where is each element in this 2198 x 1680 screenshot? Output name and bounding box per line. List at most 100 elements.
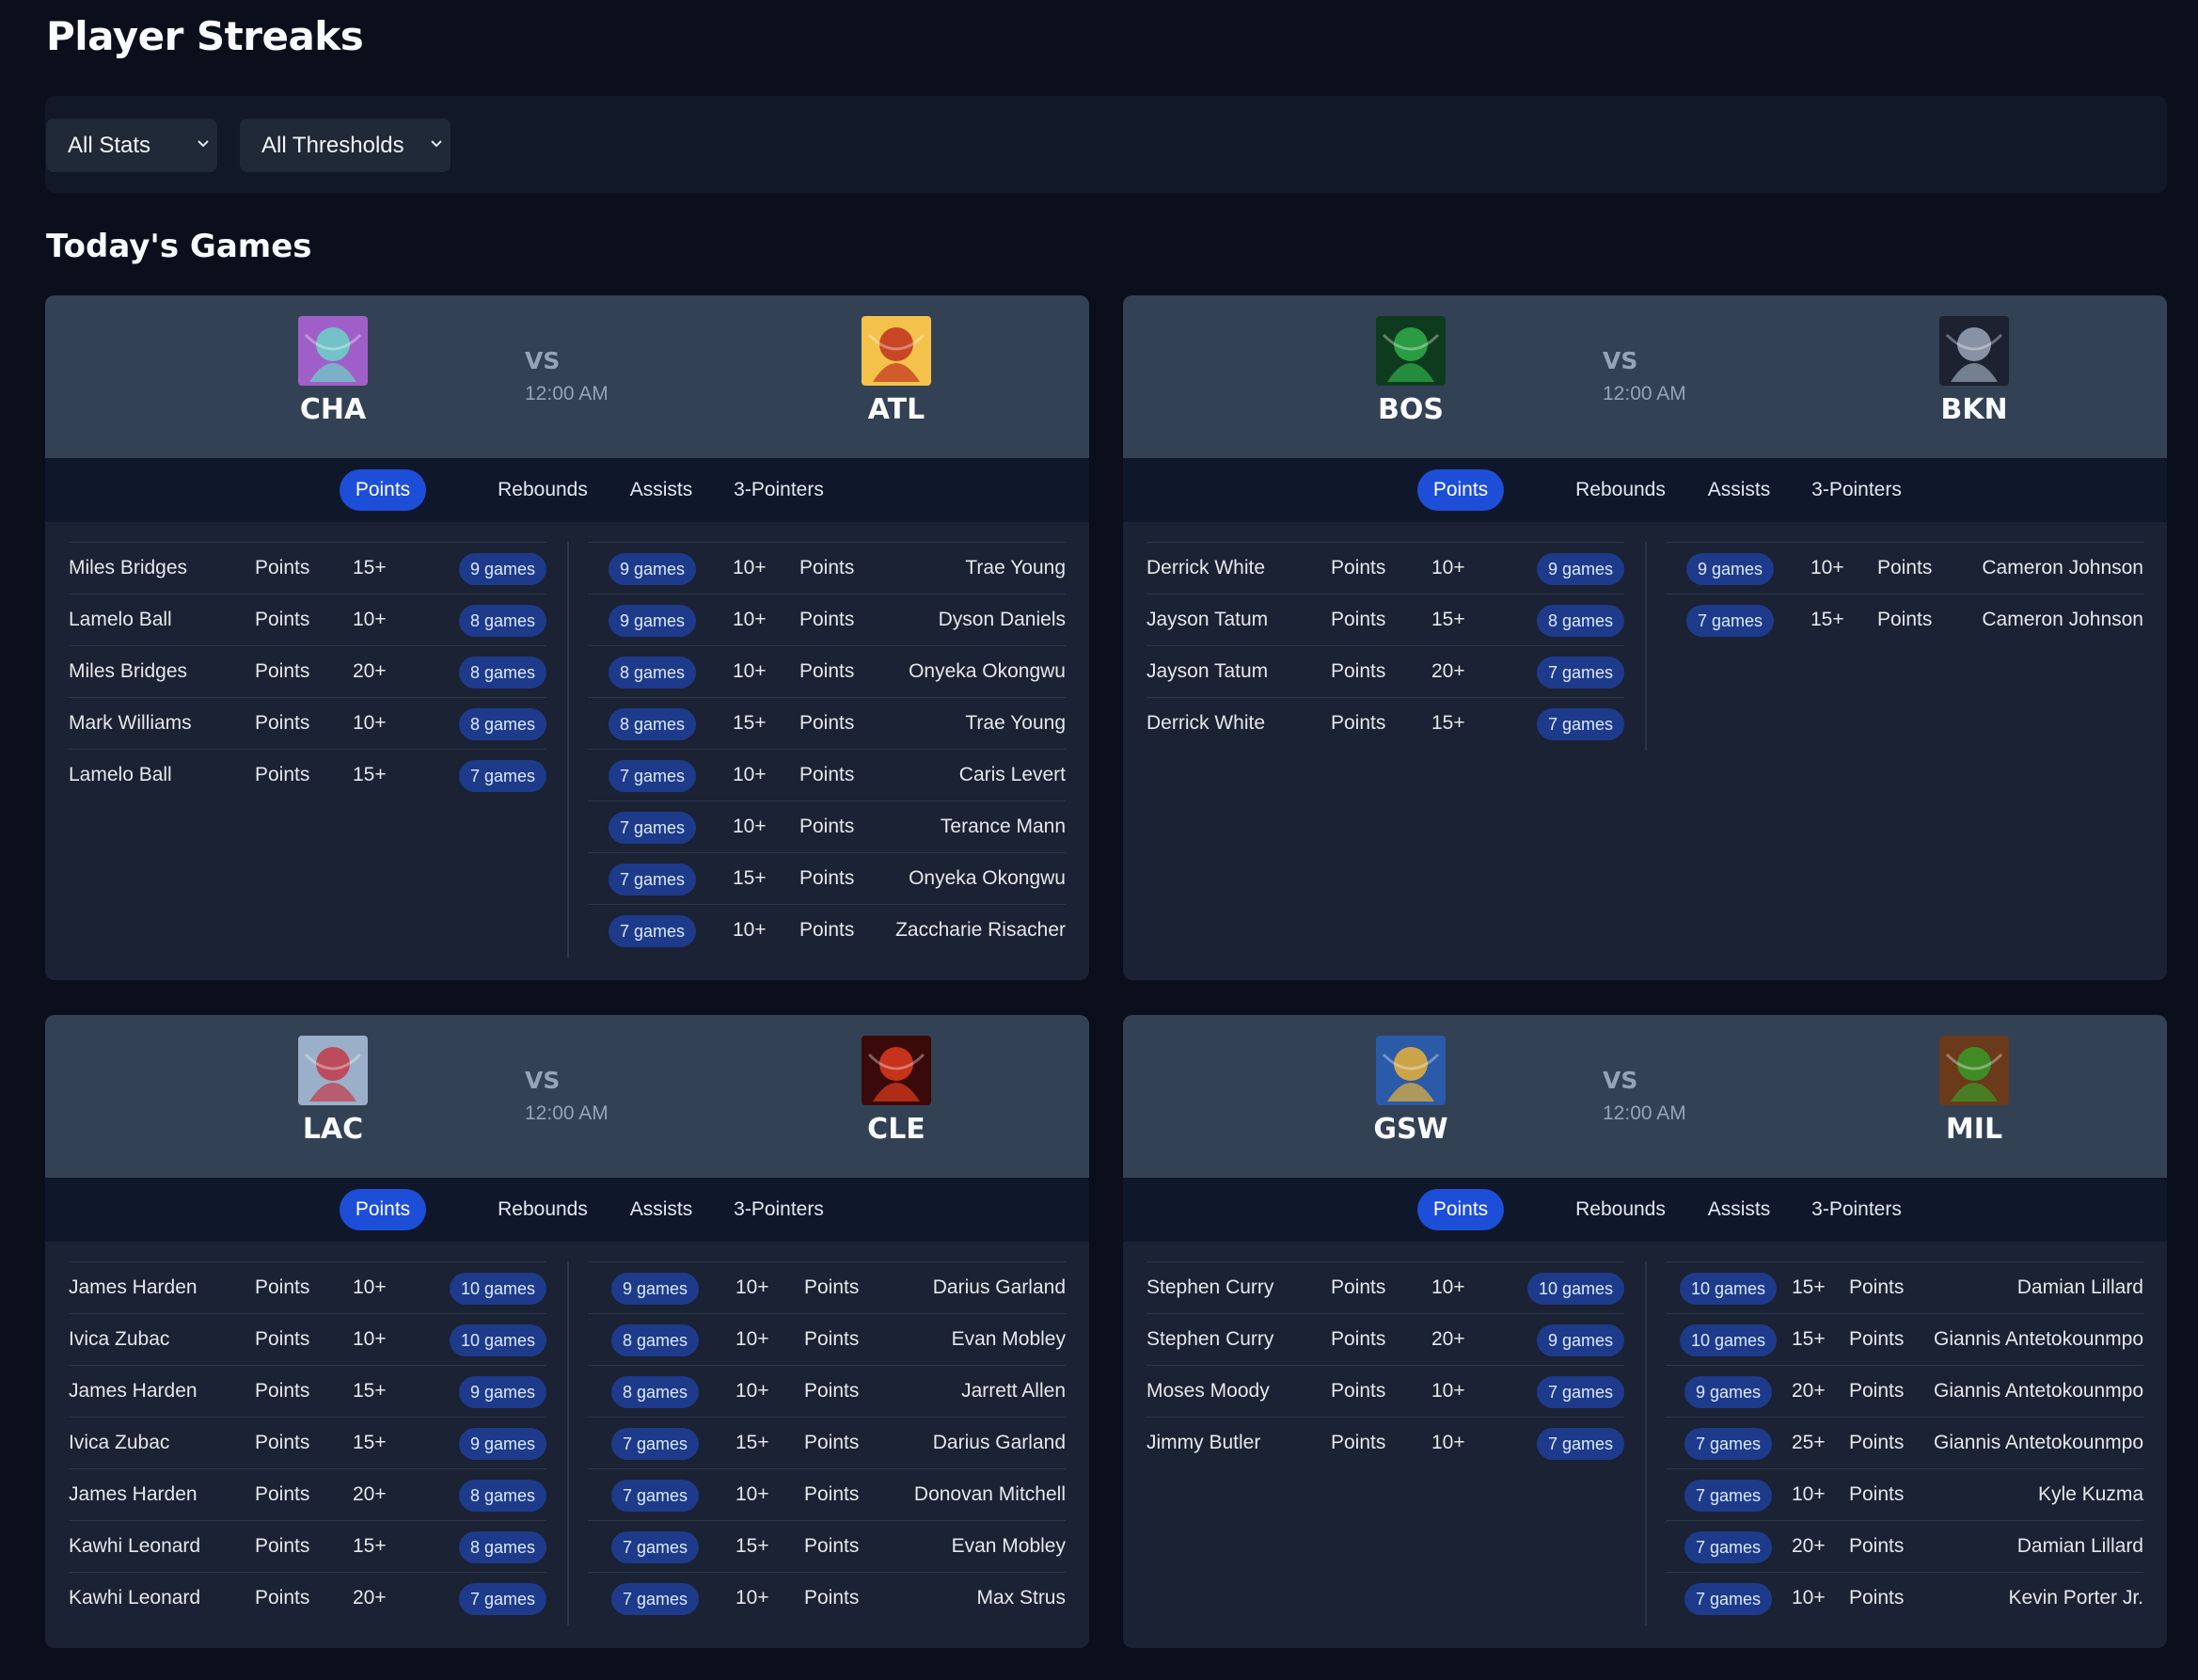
vs-label: VS xyxy=(525,347,561,374)
player-name: Jarrett Allen xyxy=(961,1380,1066,1402)
threshold: 10+ xyxy=(1792,1587,1826,1609)
streak-row: Damian Lillard Points 20+ 7 games xyxy=(1666,1520,2143,1572)
game-header: CHA ATL VS 12:00 AM xyxy=(45,295,1089,458)
thresholds-filter-value: All Thresholds xyxy=(261,133,404,158)
player-name: Darius Garland xyxy=(932,1276,1066,1298)
player-name: Giannis Antetokounmpo xyxy=(1934,1328,2143,1350)
streak-badge: 8 games xyxy=(1536,605,1624,637)
team-away: CLE xyxy=(802,1036,990,1146)
player-name: Miles Bridges xyxy=(69,660,188,682)
tab-3-pointers[interactable]: 3-Pointers xyxy=(1799,469,1914,511)
threshold: 15+ xyxy=(735,1432,769,1453)
threshold: 10+ xyxy=(1431,1432,1465,1453)
player-name: Trae Young xyxy=(965,712,1066,734)
threshold: 20+ xyxy=(1792,1535,1826,1557)
tab-assists[interactable]: Assists xyxy=(618,1189,704,1230)
stat-type: Points xyxy=(1849,1380,1905,1402)
threshold: 10+ xyxy=(735,1328,769,1350)
team-abbr: CHA xyxy=(299,393,367,426)
threshold: 15+ xyxy=(733,867,767,889)
streak-badge: 7 games xyxy=(1684,1583,1773,1615)
streak-badge: 7 games xyxy=(1684,1428,1773,1460)
tab-points[interactable]: Points xyxy=(340,469,426,511)
game-header: GSW MIL VS 12:00 AM xyxy=(1123,1015,2167,1178)
stat-type: Points xyxy=(255,1328,310,1350)
streak-row: James Harden Points 20+ 8 games xyxy=(69,1468,546,1520)
player-name: Onyeka Okongwu xyxy=(909,660,1066,682)
streak-badge: 7 games xyxy=(1686,605,1775,637)
streak-badge: 7 games xyxy=(611,1583,700,1615)
hornet-warrior-icon xyxy=(298,316,368,386)
game-header: BOS BKN VS 12:00 AM xyxy=(1123,295,2167,458)
streak-row: Moses Moody Points 10+ 7 games xyxy=(1146,1365,1624,1417)
streak-row: Giannis Antetokounmpo Points 25+ 7 games xyxy=(1666,1417,2143,1468)
streak-badge: 9 games xyxy=(609,605,697,637)
game-card: GSW MIL VS 12:00 AM Points Rebounds Assists 3-P… xyxy=(1123,1015,2167,1648)
streak-row: James Harden Points 10+ 10 games xyxy=(69,1261,546,1313)
streak-badge: 8 games xyxy=(611,1324,700,1356)
team-away: ATL xyxy=(802,316,990,426)
team-home: LAC xyxy=(239,1036,427,1146)
stat-type: Points xyxy=(1877,609,1933,630)
streak-row: Stephen Curry Points 10+ 10 games xyxy=(1146,1261,1624,1313)
streak-row: Lamelo Ball Points 15+ 7 games xyxy=(69,749,546,800)
streak-row: Ivica Zubac Points 10+ 10 games xyxy=(69,1313,546,1365)
streak-badge: 9 games xyxy=(1536,553,1624,585)
player-name: Giannis Antetokounmpo xyxy=(1934,1432,2143,1453)
streak-badge: 9 games xyxy=(458,1428,546,1460)
stat-type: Points xyxy=(799,919,855,941)
vs-label: VS xyxy=(1603,1067,1638,1094)
stats-filter-select[interactable]: All Stats xyxy=(46,119,217,172)
tab-rebounds[interactable]: Rebounds xyxy=(484,469,601,511)
tab-rebounds[interactable]: Rebounds xyxy=(1562,1189,1679,1230)
stat-type: Points xyxy=(255,1276,310,1298)
player-name: Derrick White xyxy=(1146,712,1266,734)
player-name: Onyeka Okongwu xyxy=(909,867,1066,889)
tab-points[interactable]: Points xyxy=(1417,469,1504,511)
streak-row: Giannis Antetokounmpo Points 20+ 9 games xyxy=(1666,1365,2143,1417)
threshold: 15+ xyxy=(1792,1276,1826,1298)
thresholds-filter-select[interactable]: All Thresholds xyxy=(240,119,451,172)
streak-badge: 7 games xyxy=(609,812,697,844)
tab-points[interactable]: Points xyxy=(340,1189,426,1230)
streak-badge: 7 games xyxy=(609,915,697,947)
team-abbr: BOS xyxy=(1378,393,1444,426)
stat-type: Points xyxy=(255,1587,310,1609)
streak-badge: 9 games xyxy=(611,1273,700,1305)
stat-type: Points xyxy=(1849,1535,1905,1557)
streak-row: Miles Bridges Points 20+ 8 games xyxy=(69,645,546,697)
stat-type: Points xyxy=(804,1328,860,1350)
stat-type: Points xyxy=(799,816,855,837)
stat-type: Points xyxy=(1331,712,1386,734)
away-streak-list: Cameron Johnson Points 10+ 9 games Cameron J… xyxy=(1666,542,2143,645)
threshold: 10+ xyxy=(733,919,767,941)
tab-3-pointers[interactable]: 3-Pointers xyxy=(721,469,836,511)
player-name: Jayson Tatum xyxy=(1146,660,1269,682)
streak-badge: 8 games xyxy=(458,1531,546,1563)
away-streak-list: Darius Garland Points 10+ 9 games Evan Moble… xyxy=(588,1261,1066,1624)
streak-row: Donovan Mitchell Points 10+ 7 games xyxy=(588,1468,1066,1520)
tab-assists[interactable]: Assists xyxy=(1696,1189,1782,1230)
streak-row: Evan Mobley Points 10+ 8 games xyxy=(588,1313,1066,1365)
stat-type: Points xyxy=(1849,1483,1905,1505)
tab-3-pointers[interactable]: 3-Pointers xyxy=(721,1189,836,1230)
tab-rebounds[interactable]: Rebounds xyxy=(484,1189,601,1230)
tab-rebounds[interactable]: Rebounds xyxy=(1562,469,1679,511)
streak-badge: 7 games xyxy=(611,1428,700,1460)
threshold: 10+ xyxy=(735,1276,769,1298)
streak-badge: 10 games xyxy=(1526,1273,1624,1305)
streak-row: Jarrett Allen Points 10+ 8 games xyxy=(588,1365,1066,1417)
tab-assists[interactable]: Assists xyxy=(618,469,704,511)
streak-badge: 7 games xyxy=(458,1583,546,1615)
stat-type: Points xyxy=(255,1483,310,1505)
tab-assists[interactable]: Assists xyxy=(1696,469,1782,511)
tab-3-pointers[interactable]: 3-Pointers xyxy=(1799,1189,1914,1230)
streak-row: Terance Mann Points 10+ 7 games xyxy=(588,800,1066,852)
tab-points[interactable]: Points xyxy=(1417,1189,1504,1230)
streak-row: Derrick White Points 15+ 7 games xyxy=(1146,697,1624,749)
streak-badge: 7 games xyxy=(1536,1428,1624,1460)
streak-badge: 8 games xyxy=(458,1480,546,1512)
player-name: Kyle Kuzma xyxy=(2037,1483,2143,1505)
stat-type: Points xyxy=(255,712,310,734)
stat-tabs: Points Rebounds Assists 3-Pointers xyxy=(1123,458,2167,522)
